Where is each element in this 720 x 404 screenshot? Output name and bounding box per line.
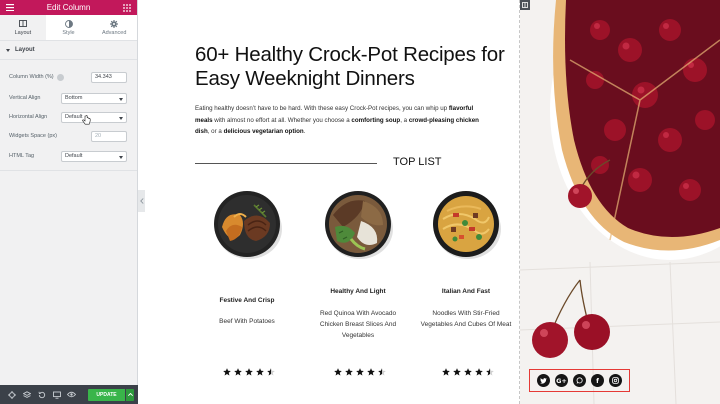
column-width-label: Column Width (%) bbox=[9, 74, 54, 80]
card-title: Italian And Fast bbox=[441, 288, 491, 295]
caret-down-icon bbox=[6, 48, 10, 52]
style-icon bbox=[64, 19, 73, 28]
top-list-heading: TOP LIST bbox=[393, 156, 442, 168]
column-width-input[interactable]: 34.343 bbox=[91, 71, 127, 83]
chevron-down-icon bbox=[119, 155, 123, 159]
html-tag-select[interactable]: Default bbox=[61, 150, 127, 162]
panel-title: Edit Column bbox=[46, 3, 91, 12]
whatsapp-icon[interactable] bbox=[573, 374, 586, 387]
html-tag-label: HTML Tag bbox=[9, 153, 35, 159]
star-full-icon bbox=[453, 368, 461, 376]
page-canvas: 60+ Healthy Crock-Pot Recipes for Easy W… bbox=[145, 0, 520, 404]
card-description: Beef With Potatoes bbox=[219, 318, 275, 325]
horizontal-align-select[interactable]: Default bbox=[61, 111, 127, 123]
panel-collapse-toggle[interactable] bbox=[138, 190, 145, 212]
chevron-down-icon bbox=[119, 97, 123, 101]
star-full-icon bbox=[442, 368, 450, 376]
intro-paragraph: Eating healthy doesn’t have to be hard. … bbox=[195, 105, 479, 135]
star-full-icon bbox=[234, 368, 242, 376]
star-full-icon bbox=[356, 368, 364, 376]
rating-stars bbox=[334, 368, 398, 376]
panel-footer: UPDATE bbox=[0, 385, 138, 404]
hamburger-icon[interactable] bbox=[5, 3, 15, 13]
tab-advanced[interactable]: Advanced bbox=[91, 15, 137, 40]
star-full-icon bbox=[334, 368, 342, 376]
dish-image-noodles bbox=[433, 191, 501, 259]
widgets-space-input[interactable]: 20 bbox=[91, 130, 127, 142]
column-width-control: Column Width (%) 34.343 bbox=[9, 71, 127, 83]
facebook-icon[interactable]: f bbox=[591, 374, 604, 387]
hand-cursor-icon bbox=[82, 115, 91, 125]
star-full-icon bbox=[345, 368, 353, 376]
google-plus-icon[interactable]: G+ bbox=[555, 374, 568, 387]
section-divider-line bbox=[195, 163, 377, 164]
section-title: Layout bbox=[15, 47, 35, 53]
star-half-icon bbox=[378, 368, 386, 376]
star-half-icon bbox=[267, 368, 275, 376]
tab-layout[interactable]: Layout bbox=[0, 15, 46, 40]
section-layout-header[interactable]: Layout bbox=[0, 41, 137, 60]
tab-style-label: Style bbox=[62, 29, 75, 36]
grid-icon[interactable] bbox=[122, 3, 132, 13]
responsive-info-icon[interactable] bbox=[56, 73, 64, 81]
rating-stars bbox=[223, 368, 287, 376]
star-full-icon bbox=[256, 368, 264, 376]
layers-icon[interactable] bbox=[19, 387, 34, 402]
page-title: 60+ Healthy Crock-Pot Recipes for Easy W… bbox=[195, 43, 505, 90]
tab-layout-label: Layout bbox=[14, 29, 32, 36]
card-title: Festive And Crisp bbox=[219, 297, 275, 304]
star-full-icon bbox=[223, 368, 231, 376]
rating-stars bbox=[442, 368, 506, 376]
tab-style[interactable]: Style bbox=[46, 15, 92, 40]
star-full-icon bbox=[367, 368, 375, 376]
update-button[interactable]: UPDATE bbox=[88, 388, 125, 401]
update-options-button[interactable] bbox=[126, 388, 134, 401]
card-title: Healthy And Light bbox=[330, 288, 386, 295]
horizontal-align-label: Horizontal Align bbox=[9, 114, 48, 120]
vertical-align-label: Vertical Align bbox=[9, 95, 41, 101]
vertical-align-control: Vertical Align Bottom bbox=[9, 92, 127, 104]
section-divider bbox=[0, 170, 137, 171]
widgets-space-label: Widgets Space (px) bbox=[9, 133, 57, 139]
html-tag-control: HTML Tag Default bbox=[9, 150, 127, 162]
instagram-icon[interactable] bbox=[609, 374, 622, 387]
tab-advanced-label: Advanced bbox=[101, 29, 127, 36]
card-description: Noodles With Stir-Fried Vegetables And C… bbox=[420, 310, 512, 328]
vertical-align-select[interactable]: Bottom bbox=[61, 92, 127, 104]
star-full-icon bbox=[245, 368, 253, 376]
history-icon[interactable] bbox=[34, 387, 49, 402]
social-icons-widget[interactable]: G+ f bbox=[529, 369, 630, 392]
panel-tabs: Layout Style Advanced bbox=[0, 15, 137, 41]
widgets-space-control: Widgets Space (px) 20 bbox=[9, 130, 127, 142]
gear-icon bbox=[110, 19, 119, 28]
settings-icon[interactable] bbox=[4, 387, 19, 402]
star-full-icon bbox=[475, 368, 483, 376]
chevron-left-icon bbox=[139, 198, 144, 204]
chevron-down-icon bbox=[119, 116, 123, 120]
cherry-pie-photo bbox=[520, 0, 720, 404]
preview-icon[interactable] bbox=[64, 387, 79, 402]
twitter-icon[interactable] bbox=[537, 374, 550, 387]
card-description: Red Quinoa With Avocado Chicken Breast S… bbox=[319, 310, 397, 339]
panel-header: Edit Column bbox=[0, 0, 137, 15]
star-full-icon bbox=[464, 368, 472, 376]
star-half-icon bbox=[486, 368, 494, 376]
chevron-up-icon bbox=[127, 393, 133, 396]
dish-image-quinoa bbox=[325, 191, 393, 259]
dish-image-steak bbox=[214, 191, 282, 259]
editor-panel: Edit Column Layout Style Advanced Layout bbox=[0, 0, 138, 404]
horizontal-align-control: Horizontal Align Default bbox=[9, 111, 127, 123]
responsive-icon[interactable] bbox=[49, 387, 64, 402]
column-handle-icon[interactable] bbox=[520, 0, 530, 10]
layout-icon bbox=[18, 20, 27, 28]
